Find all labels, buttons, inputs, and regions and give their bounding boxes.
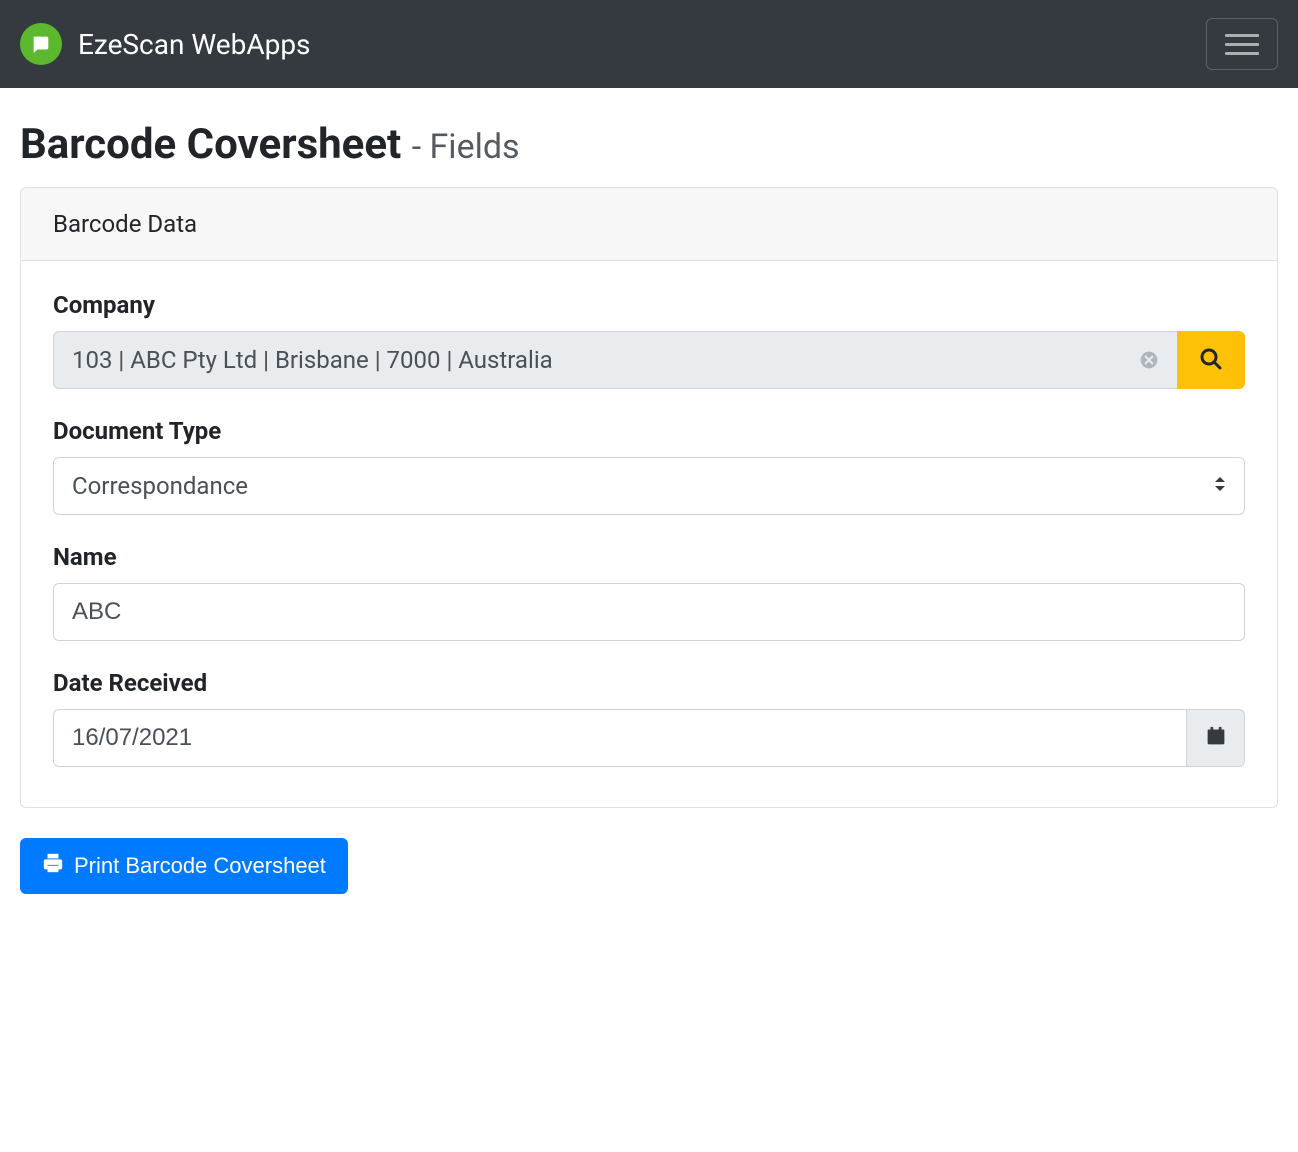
page-title-sub: - Fields: [412, 127, 520, 167]
card-header: Barcode Data: [21, 188, 1277, 261]
navbar-brand-area: EzeScan WebApps: [20, 23, 311, 65]
page-title: Barcode Coversheet - Fields: [20, 120, 1278, 169]
name-group: Name: [53, 543, 1245, 641]
document-type-label: Document Type: [53, 417, 1245, 445]
company-group: Company 103 | ABC Pty Ltd | Brisbane | 7…: [53, 291, 1245, 389]
menu-toggle-button[interactable]: [1206, 18, 1278, 70]
search-icon: [1199, 347, 1223, 374]
print-coversheet-button[interactable]: Print Barcode Coversheet: [20, 838, 348, 894]
name-input[interactable]: [53, 583, 1245, 641]
document-type-value: Correspondance: [72, 472, 248, 500]
brand-logo-icon: [20, 23, 62, 65]
date-received-input[interactable]: [53, 709, 1186, 767]
date-picker-button[interactable]: [1186, 709, 1245, 767]
print-icon: [42, 852, 64, 880]
company-field[interactable]: 103 | ABC Pty Ltd | Brisbane | 7000 | Au…: [53, 331, 1177, 389]
document-type-group: Document Type Correspondance: [53, 417, 1245, 515]
calendar-icon: [1205, 725, 1227, 751]
brand-text[interactable]: EzeScan WebApps: [78, 28, 311, 61]
company-label: Company: [53, 291, 1245, 319]
date-received-group: Date Received: [53, 669, 1245, 767]
company-value: 103 | ABC Pty Ltd | Brisbane | 7000 | Au…: [72, 346, 553, 374]
page-title-main: Barcode Coversheet: [20, 120, 412, 169]
clear-icon[interactable]: [1139, 350, 1159, 370]
company-search-button[interactable]: [1177, 331, 1245, 389]
name-label: Name: [53, 543, 1245, 571]
date-received-label: Date Received: [53, 669, 1245, 697]
navbar: EzeScan WebApps: [0, 0, 1298, 88]
print-button-label: Print Barcode Coversheet: [74, 853, 326, 879]
barcode-data-card: Barcode Data Company 103 | ABC Pty Ltd |…: [20, 187, 1278, 808]
document-type-select[interactable]: Correspondance: [53, 457, 1245, 515]
